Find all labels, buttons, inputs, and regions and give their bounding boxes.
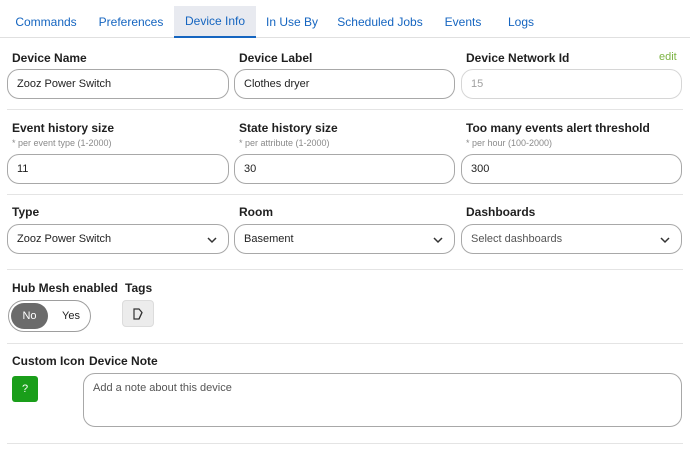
divider — [7, 269, 683, 270]
dashboards-placeholder: Select dashboards — [471, 233, 563, 245]
custom-icon-button[interactable]: ? — [12, 376, 38, 402]
chevron-down-icon — [660, 237, 670, 244]
dashboards-label: Dashboards — [466, 205, 536, 219]
room-value: Basement — [244, 233, 294, 245]
event-history-value: 11 — [17, 163, 29, 175]
room-label: Room — [239, 205, 273, 219]
network-id-input: 15 — [461, 69, 682, 99]
tab-preferences[interactable]: Preferences — [92, 6, 170, 38]
tab-bar: Commands Preferences Device Info In Use … — [0, 6, 690, 38]
device-label-label: Device Label — [239, 51, 313, 65]
event-history-label: Event history size — [12, 121, 115, 135]
divider — [7, 443, 683, 444]
alert-threshold-input[interactable]: 300 — [461, 154, 682, 184]
type-select[interactable]: Zooz Power Switch — [7, 224, 229, 254]
tab-in-use-by[interactable]: In Use By — [262, 6, 322, 38]
device-note-placeholder: Add a note about this device — [93, 382, 232, 394]
state-history-input[interactable]: 30 — [234, 154, 455, 184]
tab-logs[interactable]: Logs — [498, 6, 544, 38]
device-name-input[interactable]: Zooz Power Switch — [7, 69, 229, 99]
type-label: Type — [12, 205, 40, 219]
alert-threshold-value: 300 — [471, 163, 490, 175]
hub-mesh-no-option[interactable]: No — [11, 303, 48, 329]
room-select[interactable]: Basement — [234, 224, 455, 254]
tab-commands[interactable]: Commands — [6, 6, 86, 38]
tab-device-info[interactable]: Device Info — [174, 6, 256, 38]
device-name-value: Zooz Power Switch — [17, 78, 112, 90]
device-note-textarea[interactable]: Add a note about this device — [83, 373, 682, 427]
hub-mesh-label: Hub Mesh enabled — [12, 281, 119, 295]
alert-threshold-hint: * per hour (100-2000) — [466, 138, 553, 148]
device-label-input[interactable]: Clothes dryer — [234, 69, 455, 99]
state-history-value: 30 — [244, 163, 257, 175]
state-history-label: State history size — [239, 121, 338, 135]
divider — [7, 109, 683, 110]
chevron-down-icon — [207, 237, 217, 244]
divider — [7, 194, 683, 195]
device-name-label: Device Name — [12, 51, 87, 65]
tab-scheduled-jobs[interactable]: Scheduled Jobs — [333, 6, 427, 38]
divider — [7, 343, 683, 344]
type-value: Zooz Power Switch — [17, 233, 112, 245]
dashboards-select[interactable]: Select dashboards — [461, 224, 682, 254]
state-history-hint: * per attribute (1-2000) — [239, 138, 330, 148]
network-id-value: 15 — [471, 78, 484, 90]
network-id-label: Device Network Id — [466, 51, 570, 65]
hub-mesh-yes-option[interactable]: Yes — [53, 303, 89, 329]
custom-icon-label: Custom Icon — [12, 354, 85, 368]
question-icon: ? — [21, 383, 29, 395]
tag-edit-icon — [133, 307, 143, 320]
event-history-input[interactable]: 11 — [7, 154, 229, 184]
network-id-edit-link[interactable]: edit — [659, 51, 677, 63]
hub-mesh-toggle: No Yes — [8, 300, 91, 332]
edit-tags-button[interactable] — [122, 300, 154, 327]
alert-threshold-label: Too many events alert threshold — [466, 121, 650, 135]
device-note-label: Device Note — [89, 354, 158, 368]
tab-events[interactable]: Events — [437, 6, 489, 38]
event-history-hint: * per event type (1-2000) — [12, 138, 112, 148]
tags-label: Tags — [125, 281, 153, 295]
chevron-down-icon — [433, 237, 443, 244]
device-label-value: Clothes dryer — [244, 78, 310, 90]
